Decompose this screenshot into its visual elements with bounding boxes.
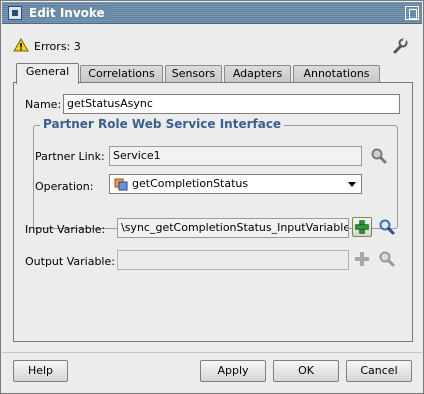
general-tab-panel: Name: getStatusAsync Partner Role Web Se… <box>13 82 413 342</box>
operation-dropdown[interactable]: getCompletionStatus <box>109 174 362 194</box>
output-variable-search-icon <box>379 251 395 267</box>
tab-adapters[interactable]: Adapters <box>224 65 291 83</box>
title-bar[interactable]: Edit Invoke <box>2 2 422 24</box>
window-title: Edit Invoke <box>29 6 111 20</box>
partner-link-label: Partner Link: <box>35 150 105 163</box>
input-variable-label: Input Variable: <box>25 223 106 236</box>
output-variable-field <box>117 250 349 270</box>
output-variable-label: Output Variable: <box>25 255 115 268</box>
add-input-variable-button[interactable] <box>352 217 372 237</box>
input-variable-field: \sync_getCompletionStatus_InputVariable <box>117 218 349 238</box>
tab-sensors[interactable]: Sensors <box>165 65 222 83</box>
partner-role-group: Partner Role Web Service Interface Partn… <box>33 117 398 229</box>
ok-button[interactable]: OK <box>273 360 339 382</box>
partner-role-group-title: Partner Role Web Service Interface <box>40 117 285 131</box>
footer-separator <box>2 352 422 353</box>
warning-icon <box>13 38 29 52</box>
name-input[interactable]: getStatusAsync <box>63 94 400 114</box>
wrench-icon[interactable] <box>392 38 408 54</box>
partner-link-search-icon[interactable] <box>369 146 389 166</box>
edit-invoke-dialog: Edit Invoke Errors: 3 General Correlatio… <box>0 0 424 394</box>
help-button[interactable]: Help <box>13 360 68 382</box>
chevron-down-icon <box>348 182 356 187</box>
operation-label: Operation: <box>35 180 94 193</box>
name-label: Name: <box>25 98 62 111</box>
window-menu-icon[interactable] <box>8 6 22 20</box>
tab-general[interactable]: General <box>16 63 79 84</box>
maximize-button[interactable] <box>405 6 419 20</box>
add-output-variable-icon <box>355 252 369 266</box>
partner-link-field: Service1 <box>109 146 362 166</box>
cancel-button[interactable]: Cancel <box>346 360 412 382</box>
tab-correlations[interactable]: Correlations <box>80 65 163 83</box>
tab-annotations[interactable]: Annotations <box>293 65 380 83</box>
operation-icon <box>114 178 128 191</box>
input-variable-search-icon[interactable] <box>377 217 397 237</box>
apply-button[interactable]: Apply <box>200 360 266 382</box>
operation-selected-value: getCompletionStatus <box>132 177 249 190</box>
errors-count-text: Errors: 3 <box>34 40 81 53</box>
